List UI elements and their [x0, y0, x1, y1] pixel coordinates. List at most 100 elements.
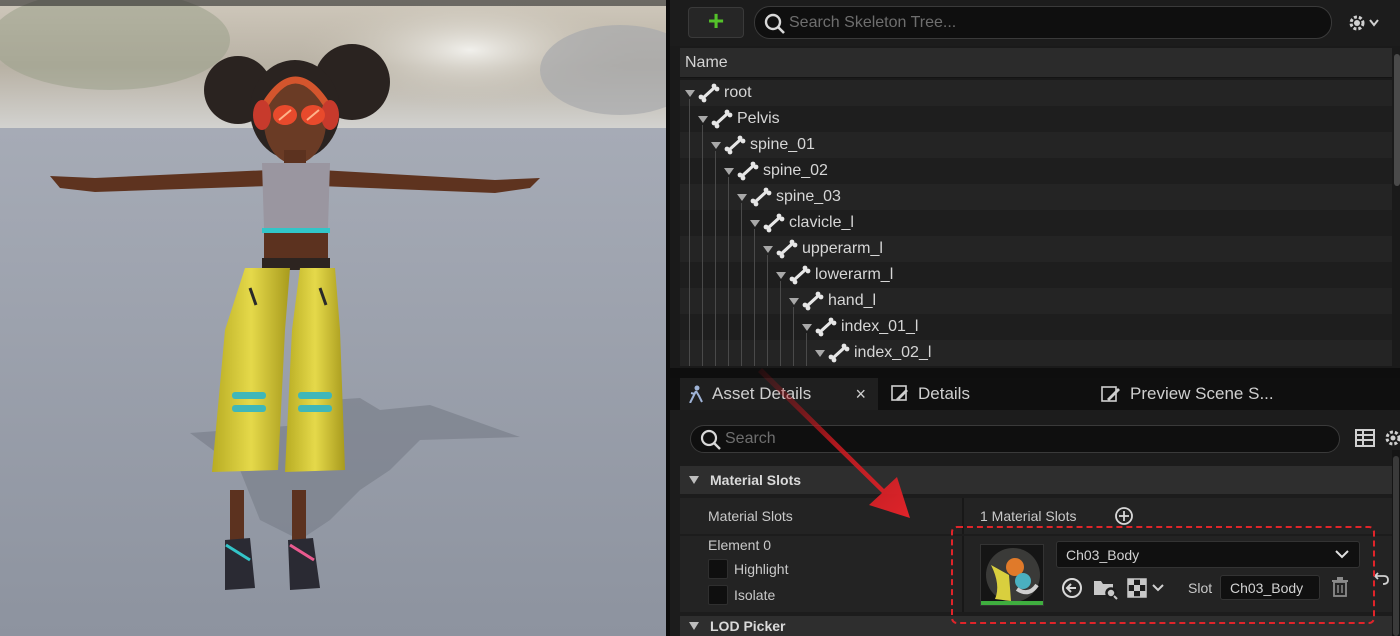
tab-details-label: Details [918, 384, 970, 403]
expand-arrow-icon[interactable] [697, 113, 709, 125]
bone-icon [724, 135, 746, 155]
skeleton-tree-settings-button[interactable] [1346, 11, 1380, 40]
expand-arrow-icon[interactable] [775, 269, 787, 281]
asset-details-panel: Material Slots Material Slots 1 Material… [670, 410, 1400, 636]
gear-icon [1349, 15, 1379, 31]
bone-item[interactable]: spine_02 [723, 158, 828, 184]
bone-item[interactable]: index_01_l [801, 314, 918, 340]
reset-to-default-icon[interactable] [1374, 570, 1390, 586]
tree-guide-line [767, 255, 768, 366]
bone-name: clavicle_l [789, 214, 854, 231]
highlight-checkbox[interactable] [708, 559, 728, 579]
tab-preview-scene-settings[interactable]: Preview Scene S... [1100, 378, 1400, 410]
collapse-arrow-icon [689, 622, 699, 630]
details-pencil-icon [891, 385, 908, 401]
add-material-slot-icon[interactable] [1114, 506, 1134, 526]
bone-name: root [724, 84, 752, 101]
details-tab-bar: Asset Details × Details Preview Scene S.… [670, 378, 1400, 410]
bone-icon [698, 83, 720, 103]
details-search-input[interactable] [725, 426, 1333, 452]
bone-item[interactable]: upperarm_l [762, 236, 883, 262]
tree-guide-line [780, 281, 781, 366]
tree-row[interactable]: spine_02 [680, 158, 1392, 184]
tree-row[interactable]: index_01_l [680, 314, 1392, 340]
tree-guide-line [715, 151, 716, 366]
expand-arrow-icon[interactable] [736, 191, 748, 203]
expand-arrow-icon[interactable] [684, 87, 696, 99]
bone-name: upperarm_l [802, 240, 883, 257]
tree-row[interactable]: index_02_l [680, 340, 1392, 366]
asset-details-icon [689, 385, 703, 403]
tab-asset-details[interactable]: Asset Details × [680, 378, 878, 410]
bone-icon [737, 161, 759, 181]
tab-details[interactable]: Details [890, 378, 1090, 410]
highlight-label: Highlight [734, 561, 789, 577]
tree-row[interactable]: lowerarm_l [680, 262, 1392, 288]
details-scrollbar[interactable] [1392, 450, 1400, 636]
bone-icon [763, 213, 785, 233]
character-preview-render [0, 0, 666, 636]
table-view-icon[interactable] [1355, 429, 1375, 447]
tree-row[interactable]: root [680, 80, 1392, 106]
skeleton-tree: root Pelvis spine_01 spine_02 spine_03clavic… [680, 80, 1392, 366]
preview-viewport[interactable] [0, 0, 666, 636]
isolate-label: Isolate [734, 587, 776, 603]
tree-row[interactable]: spine_03 [680, 184, 1392, 210]
section-title: LOD Picker [710, 618, 786, 634]
bone-item[interactable]: spine_03 [736, 184, 841, 210]
search-icon [764, 13, 785, 34]
bone-item[interactable]: lowerarm_l [775, 262, 893, 288]
bone-icon [802, 291, 824, 311]
expand-arrow-icon[interactable] [788, 295, 800, 307]
bone-name: spine_03 [776, 188, 841, 205]
bone-item[interactable]: clavicle_l [749, 210, 854, 236]
material-slots-section-header[interactable]: Material Slots [680, 466, 1392, 494]
bone-item[interactable]: spine_01 [710, 132, 815, 158]
bone-icon [750, 187, 772, 207]
bone-name: lowerarm_l [815, 266, 894, 283]
preview-scene-icon [1101, 386, 1120, 402]
material-slots-count: 1 Material Slots [980, 508, 1077, 524]
tree-row[interactable]: upperarm_l [680, 236, 1392, 262]
name-column-label: Name [685, 54, 728, 71]
editor-side-panel: + Name root Pelvis spine_01 spine_02 spine_0… [666, 0, 1400, 636]
tree-row[interactable]: hand_l [680, 288, 1392, 314]
expand-arrow-icon[interactable] [749, 217, 761, 229]
panel-splitter[interactable] [670, 368, 1400, 378]
bone-icon [828, 343, 850, 363]
bone-icon [711, 109, 733, 129]
add-bone-button[interactable]: + [688, 7, 744, 38]
expand-arrow-icon[interactable] [814, 347, 826, 359]
skeleton-tree-search-input[interactable] [789, 7, 1325, 38]
gear-icon[interactable] [1382, 428, 1400, 448]
isolate-checkbox[interactable] [708, 585, 728, 605]
bone-item[interactable]: hand_l [788, 288, 876, 314]
expand-arrow-icon[interactable] [723, 165, 735, 177]
tree-row[interactable]: Pelvis [680, 106, 1392, 132]
expand-arrow-icon[interactable] [762, 243, 774, 255]
bone-name: index_01_l [841, 318, 919, 335]
section-title: Material Slots [710, 472, 802, 488]
bone-name: hand_l [828, 292, 877, 309]
bone-item[interactable]: root [684, 80, 752, 106]
bone-name: index_02_l [854, 344, 932, 361]
skeleton-tree-column-header[interactable]: Name [680, 48, 1392, 78]
collapse-arrow-icon [689, 476, 699, 484]
skeleton-tree-scrollbar[interactable] [1394, 48, 1400, 368]
skeleton-tree-search[interactable] [754, 6, 1332, 39]
tree-guide-line [702, 125, 703, 366]
material-slots-label: Material Slots [708, 508, 793, 524]
bone-name: spine_01 [750, 136, 815, 153]
details-search[interactable] [690, 425, 1340, 453]
bone-item[interactable]: index_02_l [814, 340, 931, 366]
expand-arrow-icon[interactable] [801, 321, 813, 333]
bone-item[interactable]: Pelvis [697, 106, 780, 132]
close-tab-icon[interactable]: × [855, 384, 866, 405]
expand-arrow-icon[interactable] [710, 139, 722, 151]
tree-guide-line [806, 333, 807, 366]
tree-guide-line [793, 307, 794, 366]
skeleton-tree-toolbar: + [670, 0, 1400, 46]
tree-row[interactable]: clavicle_l [680, 210, 1392, 236]
tree-row[interactable]: spine_01 [680, 132, 1392, 158]
bone-icon [815, 317, 837, 337]
